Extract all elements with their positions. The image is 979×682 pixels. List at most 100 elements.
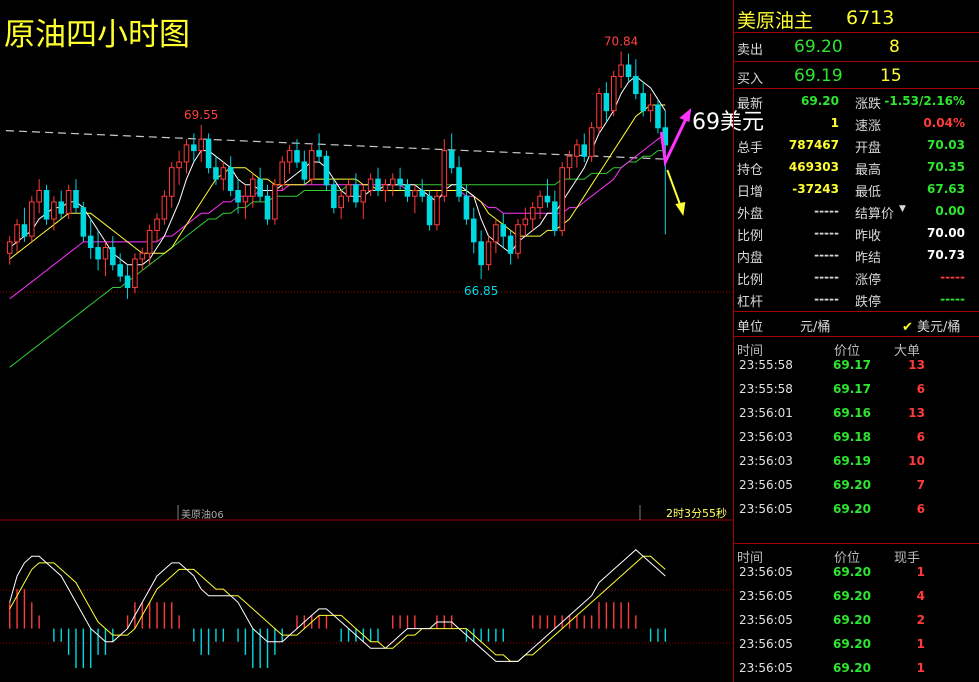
- trade-time: 23:56:01: [739, 406, 793, 420]
- candle-body: [647, 104, 654, 112]
- candle-body: [463, 195, 470, 220]
- candle-body: [279, 161, 286, 186]
- trade-time: 23:56:05: [739, 589, 793, 603]
- stat-label: 速涨: [855, 119, 882, 134]
- contract-label: 美原油06: [181, 510, 224, 521]
- stat-value: 70.03: [927, 138, 965, 152]
- low-price-label: 66.85: [464, 284, 498, 298]
- stat-label: 杠杆: [737, 295, 764, 310]
- stat-label: 比例: [737, 273, 764, 288]
- stat-label: 结算价: [855, 207, 895, 222]
- candle-body: [191, 144, 197, 152]
- candle-body: [493, 224, 499, 243]
- trade-volume: 1: [916, 637, 925, 651]
- candle-body: [610, 75, 617, 112]
- unit-label: 单位: [737, 320, 764, 335]
- ma5-line: [9, 75, 666, 266]
- candle-body: [235, 190, 241, 203]
- high-price-label: 70.84: [604, 34, 638, 48]
- sell-price: 69.20: [794, 37, 843, 57]
- candle-body: [478, 241, 484, 266]
- trade-price: 69.19: [833, 454, 871, 468]
- unit-option[interactable]: ✔ 美元/桶: [902, 316, 960, 335]
- candle-body: [515, 224, 521, 254]
- candle-body: [367, 178, 374, 192]
- candle-body: [58, 201, 65, 214]
- candle-body: [87, 235, 94, 249]
- candle-body: [257, 178, 263, 197]
- table-header: 时间: [737, 551, 764, 566]
- trade-time: 23:56:05: [739, 502, 793, 516]
- buy-qty: 15: [880, 66, 902, 86]
- candle-body: [213, 167, 219, 180]
- candle-body: [73, 190, 79, 209]
- candle-body: [603, 93, 610, 112]
- candle-body: [242, 195, 249, 203]
- stat-value: 70.73: [927, 248, 965, 262]
- candle-body: [544, 195, 551, 203]
- candle-body: [249, 178, 256, 197]
- instrument-code: 6713: [846, 7, 895, 29]
- candle-body: [412, 190, 418, 197]
- candle-body: [338, 195, 344, 209]
- trade-time: 23:56:03: [739, 430, 793, 444]
- table-header: 价位: [834, 344, 861, 359]
- unit-option-label: 美元/桶: [917, 320, 961, 335]
- candle-body: [43, 190, 50, 220]
- stat-value: -----: [814, 292, 839, 306]
- trade-volume: 13: [908, 358, 925, 372]
- trade-price: 69.20: [833, 502, 871, 516]
- stat-value: -----: [940, 292, 965, 306]
- candle-body: [176, 161, 182, 169]
- stat-label: 跌停: [855, 295, 882, 310]
- candle-body: [389, 178, 396, 186]
- chart-title: 原油四小时图: [4, 17, 190, 53]
- trade-price: 69.16: [833, 406, 871, 420]
- check-icon: ✔: [902, 320, 913, 335]
- candle-body: [507, 235, 514, 254]
- trade-price: 69.18: [833, 430, 871, 444]
- trade-price: 69.20: [833, 661, 871, 675]
- stat-label: 涨停: [855, 273, 882, 288]
- candle-body: [633, 75, 639, 95]
- trade-volume: 4: [916, 589, 925, 603]
- quote-panel: 美原油主 6713 卖出 69.20 8 买入 69.19 15 最新 69.20…: [733, 0, 979, 682]
- candle-body: [264, 195, 271, 220]
- sell-qty: 8: [889, 37, 900, 57]
- trade-volume: 13: [908, 406, 925, 420]
- candle-body: [168, 167, 175, 197]
- stat-label: 内盘: [737, 251, 764, 266]
- stat-value: 70.35: [927, 160, 965, 174]
- candle-body: [522, 218, 529, 226]
- trade-time: 23:56:05: [739, 565, 793, 579]
- candle-body: [640, 93, 647, 112]
- ma10-line: [9, 104, 666, 260]
- candle-body: [360, 190, 367, 203]
- candle-body: [301, 161, 308, 180]
- candle-body: [102, 247, 109, 260]
- candle-body: [6, 241, 13, 254]
- candle-body: [448, 150, 455, 169]
- stat-label: 最新: [737, 97, 764, 112]
- stat-value: 70.00: [927, 226, 965, 240]
- candle-body: [588, 127, 595, 157]
- dropdown-caret-icon[interactable]: ▼: [899, 204, 906, 214]
- candle-body: [485, 241, 492, 266]
- candle-body: [51, 201, 57, 220]
- candle-body: [434, 195, 440, 226]
- trade-time: 23:56:05: [739, 637, 793, 651]
- stat-value: 0.00: [935, 204, 965, 218]
- candle-body: [375, 178, 381, 192]
- candle-body: [117, 264, 123, 277]
- trade-price: 69.20: [833, 613, 871, 627]
- stat-label: 比例: [737, 229, 764, 244]
- candle-body: [345, 184, 352, 197]
- instrument-name: 美原油主: [737, 10, 814, 32]
- down-arrow-icon: [666, 169, 683, 209]
- stat-value: -----: [814, 270, 839, 284]
- candle-body: [625, 64, 632, 77]
- stat-label: 最高: [855, 163, 882, 178]
- candle-body: [95, 247, 101, 260]
- stat-label: 外盘: [737, 207, 764, 222]
- candle-body: [552, 201, 558, 231]
